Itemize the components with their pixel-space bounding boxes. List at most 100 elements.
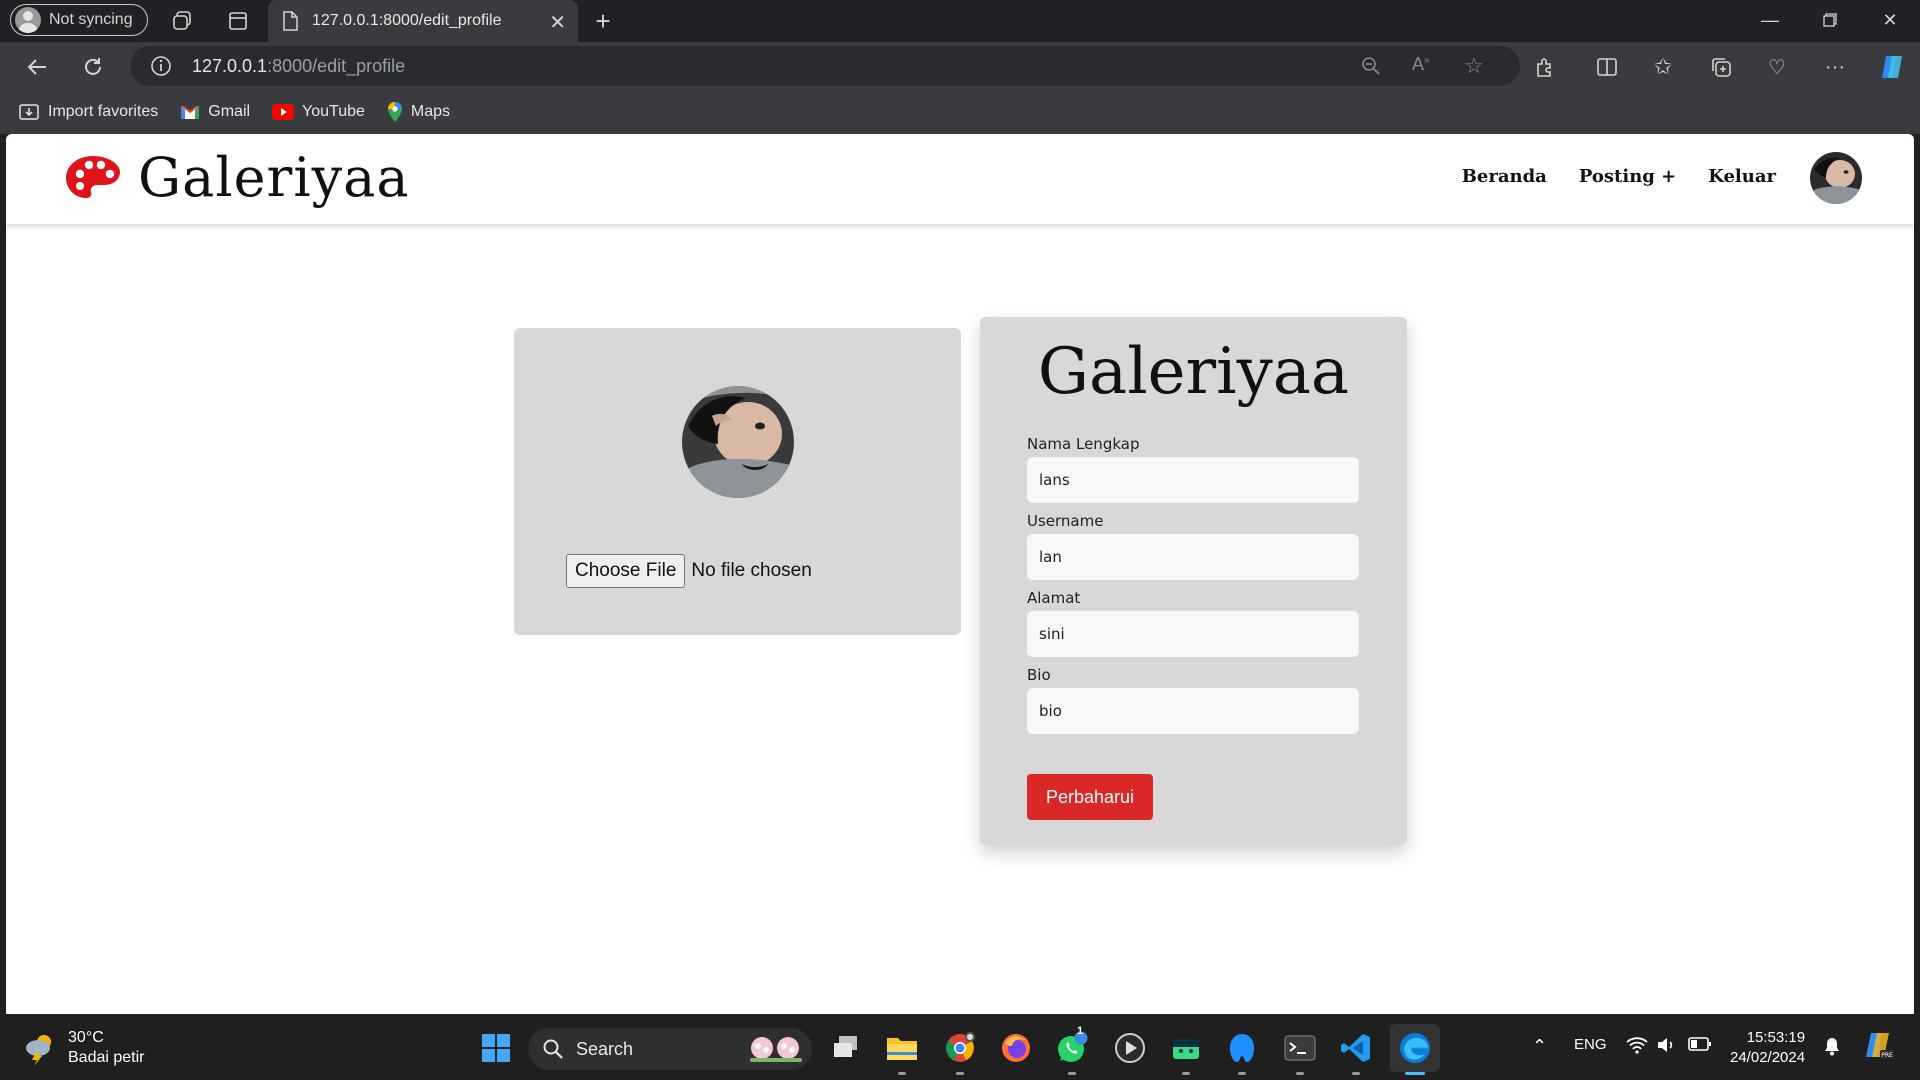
svg-text:PRE: PRE (1881, 1052, 1893, 1059)
firefox-icon[interactable] (998, 1030, 1034, 1066)
update-button[interactable]: Perbaharui (1027, 774, 1153, 820)
browser-toolbar: 127.0.0.1:8000/edit_profile A» ☆ ✩ ♡ ··· (0, 42, 1920, 90)
new-tab-icon[interactable]: + (588, 6, 618, 36)
favorite-maps[interactable]: Maps (387, 101, 450, 123)
refresh-icon[interactable] (78, 52, 108, 82)
start-icon[interactable] (478, 1030, 514, 1066)
app-icon[interactable] (1224, 1030, 1260, 1066)
taskbar-search[interactable]: Search (528, 1028, 812, 1070)
favorites-icon[interactable]: ✩ (1648, 52, 1678, 82)
profile-photo (682, 386, 794, 498)
notifications-icon[interactable] (1822, 1036, 1842, 1060)
brand-name: Galeriyaa (138, 146, 410, 209)
file-input[interactable]: Choose File No file chosen (566, 554, 812, 588)
wifi-icon[interactable] (1626, 1036, 1648, 1058)
copilot-icon[interactable] (1876, 50, 1910, 84)
workspaces-icon[interactable] (168, 8, 196, 34)
zoom-icon[interactable] (1360, 55, 1382, 82)
username-label: Username (1027, 512, 1104, 530)
nav-home-link[interactable]: Beranda (1462, 166, 1547, 187)
url-host: 127.0.0.1 (192, 55, 268, 76)
profile-avatar-icon (15, 7, 41, 33)
file-status: No file chosen (691, 560, 812, 581)
battery-icon[interactable] (1688, 1036, 1712, 1056)
favorite-gmail[interactable]: Gmail (180, 103, 250, 121)
youtube-icon (272, 104, 295, 120)
split-screen-icon[interactable] (1592, 52, 1622, 82)
system-clock[interactable]: 15:53:19 24/02/2024 (1730, 1028, 1805, 1068)
bio-input[interactable] (1027, 688, 1359, 734)
whatsapp-badge: 1 (1077, 1025, 1084, 1037)
favorite-label: Maps (410, 103, 451, 120)
form-title: Galeriyaa (1037, 335, 1350, 409)
tab-bar: Not syncing 127.0.0.1:8000/edit_profile … (0, 0, 1920, 42)
profile-label: Not syncing (49, 11, 133, 28)
weather-temp: 30°C (68, 1029, 104, 1046)
gmail-icon (180, 104, 200, 120)
favorite-label: Gmail (208, 103, 251, 120)
address-bar[interactable]: 127.0.0.1:8000/edit_profile A» ☆ (130, 46, 1520, 86)
extensions-icon[interactable] (1530, 52, 1560, 82)
nav-logout-link[interactable]: Keluar (1708, 166, 1776, 187)
choose-file-button[interactable]: Choose File (566, 554, 686, 588)
favorite-label: YouTube (302, 103, 365, 120)
address-label: Alamat (1027, 589, 1081, 607)
more-options-icon[interactable]: ··· (1820, 52, 1850, 82)
maps-icon (387, 101, 403, 123)
favorite-youtube[interactable]: YouTube (272, 103, 365, 121)
address-input[interactable] (1027, 611, 1359, 657)
chrome-icon[interactable] (942, 1030, 978, 1066)
show-hidden-icons[interactable]: ⌃ (1532, 1036, 1547, 1057)
search-icon (543, 1039, 563, 1059)
language-indicator[interactable]: ENG (1574, 1036, 1607, 1053)
favorite-star-icon[interactable]: ☆ (1464, 53, 1484, 79)
collections-icon[interactable] (1706, 52, 1736, 82)
nav-post-link[interactable]: Posting + (1579, 166, 1676, 187)
vscode-icon[interactable] (1338, 1030, 1374, 1066)
minimize-icon[interactable]: — (1740, 0, 1800, 40)
terminal-icon[interactable] (1282, 1030, 1318, 1066)
close-window-icon[interactable]: ✕ (1860, 0, 1920, 40)
tab-title: 127.0.0.1:8000/edit_profile (312, 12, 502, 29)
username-input[interactable] (1027, 534, 1359, 580)
site-navbar: Galeriyaa Beranda Posting + Keluar (6, 134, 1914, 224)
edge-icon[interactable] (1397, 1030, 1433, 1066)
back-icon[interactable] (22, 52, 52, 82)
favorite-import[interactable]: Import favorites (18, 102, 158, 122)
clock-date: 24/02/2024 (1730, 1049, 1806, 1066)
media-player-icon[interactable] (1112, 1030, 1148, 1066)
browser-essentials-icon[interactable]: ♡ (1762, 52, 1792, 82)
running-indicator (1068, 1072, 1076, 1075)
weather-widget[interactable]: 30°C Badai petir (22, 1028, 145, 1068)
volume-icon[interactable] (1656, 1036, 1678, 1058)
tab-edit-profile[interactable]: 127.0.0.1:8000/edit_profile ✕ (268, 0, 578, 42)
running-indicator (1238, 1072, 1246, 1075)
site-info-icon[interactable] (150, 55, 172, 82)
brand-link[interactable]: Galeriyaa (64, 146, 410, 209)
running-indicator (898, 1072, 906, 1075)
profile-button[interactable]: Not syncing (10, 4, 148, 36)
tab-actions-icon[interactable] (224, 8, 252, 34)
running-indicator (1352, 1072, 1360, 1075)
task-view-icon[interactable] (828, 1030, 864, 1066)
weather-desc: Badai petir (68, 1049, 145, 1066)
tab-close-icon[interactable]: ✕ (549, 10, 566, 35)
restore-icon[interactable] (1800, 0, 1860, 40)
fullname-label: Nama Lengkap (1027, 435, 1140, 453)
read-aloud-icon[interactable]: A» (1412, 54, 1430, 75)
running-indicator (956, 1072, 964, 1075)
active-indicator (1405, 1072, 1425, 1075)
favorites-bar: Import favorites Gmail YouTube Maps (0, 90, 1920, 134)
copilot-taskbar-icon[interactable]: PRE (1862, 1028, 1896, 1066)
nav-avatar[interactable] (1810, 152, 1862, 204)
thunderstorm-icon (26, 1035, 51, 1066)
fullname-input[interactable] (1027, 457, 1359, 503)
file-explorer-icon[interactable] (884, 1030, 920, 1066)
url-path: :8000/edit_profile (267, 55, 406, 76)
android-studio-icon[interactable] (1168, 1030, 1204, 1066)
whatsapp-icon[interactable]: 1 (1054, 1025, 1090, 1066)
page-icon (283, 11, 298, 31)
running-indicator (1182, 1072, 1190, 1075)
page-viewport: Galeriyaa Beranda Posting + Keluar Choos… (6, 134, 1914, 1014)
clock-time: 15:53:19 (1746, 1029, 1806, 1046)
